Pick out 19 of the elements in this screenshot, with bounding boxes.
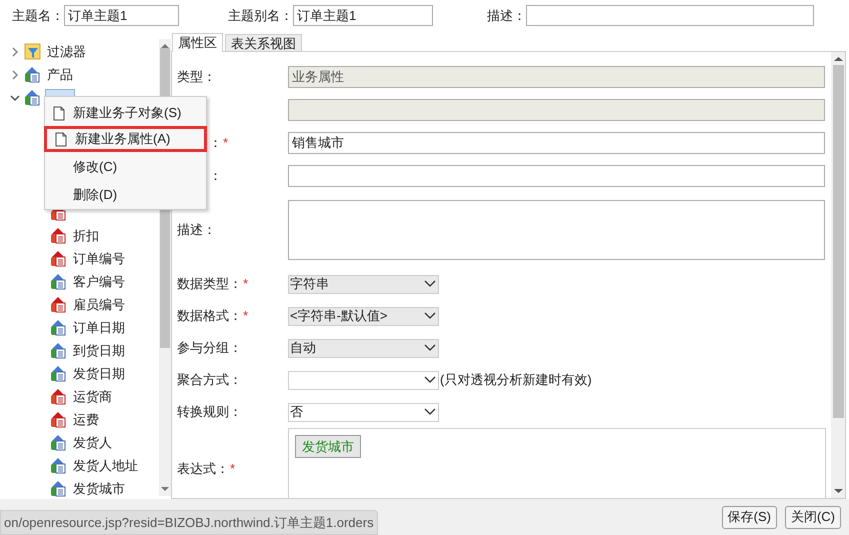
field-label: 类型： [177, 68, 216, 86]
required-mark: * [243, 275, 248, 294]
field-label: 主题别名： [228, 6, 293, 25]
field-label: 表达式： [177, 460, 229, 478]
required-mark: * [230, 460, 236, 478]
field-label: 转换规则： [177, 403, 242, 422]
field-label: 描述： [487, 6, 526, 25]
required-mark: * [223, 134, 228, 152]
field-label: 参与分组： [177, 339, 242, 358]
field-label: 聚合方式： [177, 371, 242, 390]
field-label: 数据格式： [177, 307, 242, 326]
field-label: ： [209, 166, 222, 185]
hint-text: (只对透视分析新建时有效) [440, 371, 592, 390]
field-label: 主题名： [11, 6, 64, 25]
field-label: ： [209, 134, 222, 152]
required-mark: * [243, 307, 248, 326]
field-label: 数据类型： [177, 275, 242, 294]
status-url: on/openresource.jsp?resid=BIZOBJ.northwind.订单主题1.orders [0, 510, 378, 535]
field-label: 描述： [177, 221, 216, 240]
